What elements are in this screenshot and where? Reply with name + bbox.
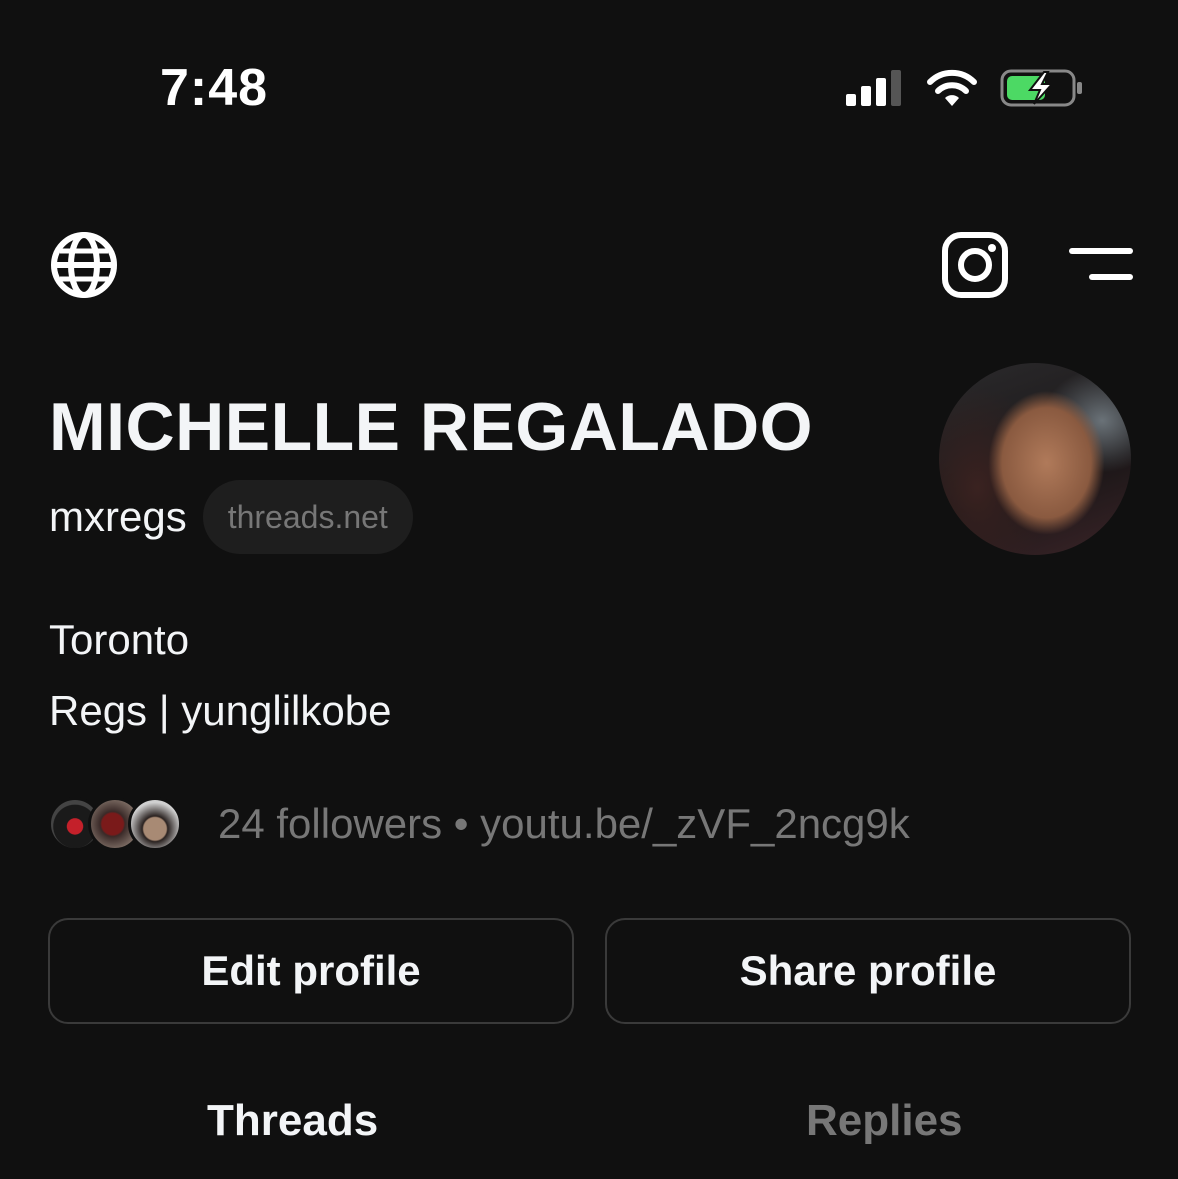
follower-avatars (48, 794, 188, 854)
bio-line-2: Regs | yunglilkobe (49, 687, 392, 734)
edit-profile-button[interactable]: Edit profile (48, 918, 574, 1024)
status-time: 7:48 (160, 59, 269, 117)
bio-line-1: Toronto (49, 616, 190, 663)
handle-row: mxregs threads.net (49, 480, 413, 554)
status-icons (844, 66, 1084, 110)
profile-screen: 7:48 MICHELLE REGALADO mxregs threads.ne… (0, 0, 1178, 1179)
followers-link-text[interactable]: 24 followers • youtu.be/_zVF_2ncg9k (218, 800, 910, 848)
followers-row[interactable]: 24 followers • youtu.be/_zVF_2ncg9k (48, 794, 910, 854)
share-profile-button[interactable]: Share profile (605, 918, 1131, 1024)
signal-icon (846, 70, 901, 106)
battery-charging-icon (1000, 69, 1082, 107)
display-name: MICHELLE REGALADO (49, 389, 814, 465)
menu-icon[interactable] (1068, 244, 1134, 284)
wifi-icon (927, 69, 977, 106)
follower-avatar (128, 797, 182, 851)
tab-replies[interactable]: Replies (806, 1096, 963, 1146)
instagram-icon[interactable] (941, 231, 1009, 299)
domain-chip[interactable]: threads.net (202, 480, 413, 554)
username: mxregs (49, 493, 187, 540)
profile-avatar[interactable] (939, 363, 1131, 555)
globe-icon[interactable] (50, 231, 118, 299)
tab-threads[interactable]: Threads (207, 1096, 378, 1146)
